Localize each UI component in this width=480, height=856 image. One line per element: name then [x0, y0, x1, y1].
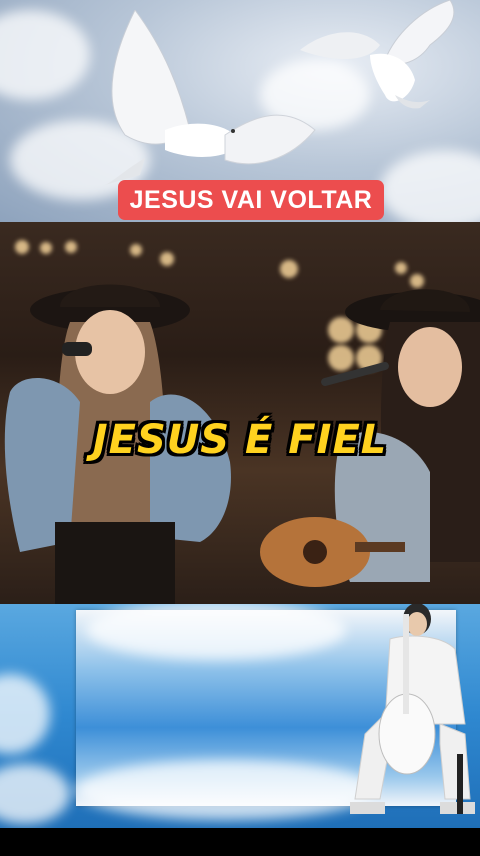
guitar-icon	[260, 517, 405, 587]
cloud	[86, 604, 346, 660]
middle-caption: JESUS É FIEL	[92, 417, 388, 463]
cloud	[380, 150, 480, 222]
dove-icon	[105, 10, 316, 185]
cloud	[0, 674, 50, 754]
bottom-bar	[0, 828, 480, 856]
cellist-icon	[350, 604, 475, 814]
bokeh-light	[160, 252, 174, 266]
bokeh-light	[280, 260, 298, 278]
sky-doves-panel: JESUS VAI VOLTAR	[0, 0, 480, 222]
bokeh-light	[15, 240, 29, 254]
cloud	[0, 764, 70, 824]
cloud	[76, 760, 376, 820]
concert-panel: JESUS É FIEL	[0, 222, 480, 604]
dove-icon	[300, 0, 455, 109]
bokeh-light	[395, 262, 407, 274]
bokeh-light	[130, 244, 142, 256]
cellist-panel	[0, 604, 480, 828]
top-caption: JESUS VAI VOLTAR	[118, 180, 384, 220]
bokeh-light	[65, 241, 77, 253]
cloud	[0, 10, 90, 100]
bokeh-light	[40, 242, 52, 254]
